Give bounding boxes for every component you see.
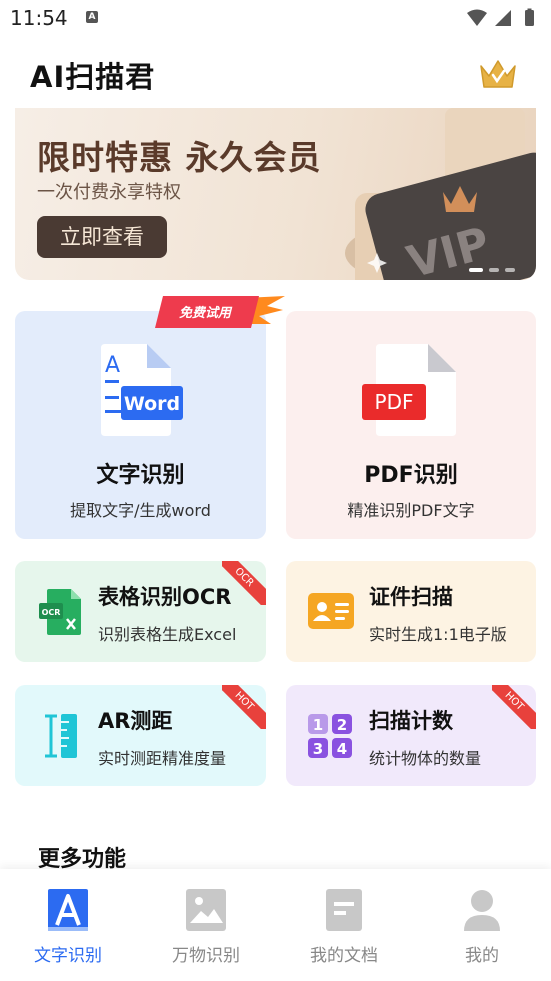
ocr-icon-label: OCR bbox=[42, 608, 61, 617]
vip-card-illustration: VIP bbox=[345, 108, 536, 280]
table-ocr-subtitle: 识别表格生成Excel bbox=[98, 625, 237, 644]
hot-ribbon: HOT bbox=[222, 685, 266, 729]
signal-icon bbox=[495, 10, 511, 26]
pdf-recognition-subtitle: 精准识别PDF文字 bbox=[347, 501, 475, 520]
digit-4: 4 bbox=[337, 740, 347, 758]
scan-count-subtitle: 统计物体的数量 bbox=[369, 749, 482, 768]
ar-measure-card[interactable]: AR测距 实时测距精准度量 HOT bbox=[15, 685, 266, 786]
digit-3: 3 bbox=[313, 740, 323, 758]
id-scan-card[interactable]: 证件扫描 实时生成1:1电子版 bbox=[286, 561, 536, 662]
nav-label: 万物识别 bbox=[172, 946, 240, 966]
text-recognition-title: 文字识别 bbox=[96, 463, 185, 488]
banner-title: 限时特惠 永久会员 bbox=[37, 138, 322, 177]
corner-ribbon: OCR bbox=[222, 561, 266, 605]
user-icon bbox=[464, 890, 500, 931]
word-label: Word bbox=[124, 393, 180, 415]
ribbon-text: OCR bbox=[222, 561, 266, 605]
banner-subtitle: 一次付费永享特权 bbox=[37, 182, 181, 203]
id-card-icon bbox=[308, 593, 354, 629]
hot-ribbon: HOT bbox=[492, 685, 536, 729]
document-icon bbox=[326, 889, 362, 931]
digit-1: 1 bbox=[313, 716, 323, 734]
text-recognition-card[interactable]: A Word 文字识别 提取文字/生成word bbox=[15, 311, 266, 539]
system-icons bbox=[467, 8, 534, 26]
carousel-dot-1 bbox=[469, 268, 483, 272]
nav-label: 文字识别 bbox=[34, 946, 102, 966]
nav-item-text-recognition[interactable]: 文字识别 bbox=[8, 869, 128, 981]
nav-label: 我的文档 bbox=[310, 946, 378, 966]
text-recognition-icon bbox=[48, 889, 88, 931]
pdf-recognition-title: PDF识别 bbox=[364, 463, 458, 488]
carousel-dot-2 bbox=[489, 268, 499, 272]
vip-crown-icon[interactable] bbox=[478, 56, 518, 92]
banner-view-button[interactable]: 立即查看 bbox=[37, 216, 167, 258]
app-title: AI扫描君 bbox=[30, 60, 156, 94]
free-trial-text: 免费试用 bbox=[179, 305, 233, 321]
ar-measure-subtitle: 实时测距精准度量 bbox=[98, 749, 227, 768]
pdf-label: PDF bbox=[375, 390, 414, 414]
ribbon-text: HOT bbox=[222, 685, 266, 729]
nav-item-my-documents[interactable]: 我的文档 bbox=[284, 869, 404, 981]
ruler-icon bbox=[45, 714, 77, 758]
bottom-nav: 文字识别 万物识别 我的文档 我的 bbox=[0, 869, 551, 981]
word-document-icon: A Word bbox=[101, 344, 183, 436]
counting-numbers-icon: 1 2 3 4 bbox=[308, 714, 352, 758]
scan-count-card[interactable]: 1 2 3 4 扫描计数 统计物体的数量 HOT bbox=[286, 685, 536, 786]
id-scan-title: 证件扫描 bbox=[369, 585, 453, 609]
wifi-icon bbox=[467, 9, 487, 26]
text-recognition-subtitle: 提取文字/生成word bbox=[70, 501, 211, 520]
table-ocr-card[interactable]: OCR 表格识别OCR 识别表格生成Excel OCR bbox=[15, 561, 266, 662]
promo-banner[interactable]: VIP 限时特惠 永久会员 一次付费永享特权 立即查看 bbox=[15, 108, 536, 280]
digit-2: 2 bbox=[337, 716, 347, 734]
id-scan-subtitle: 实时生成1:1电子版 bbox=[369, 625, 507, 644]
free-trial-badge: 免费试用 bbox=[155, 296, 285, 328]
excel-ocr-icon: OCR bbox=[39, 589, 81, 635]
ar-measure-title: AR测距 bbox=[98, 709, 173, 733]
pdf-document-icon: PDF bbox=[362, 344, 456, 436]
carousel-dot-3 bbox=[505, 268, 515, 272]
notification-icon: A bbox=[86, 11, 98, 23]
nav-item-object-recognition[interactable]: 万物识别 bbox=[146, 869, 266, 981]
image-icon bbox=[186, 889, 226, 931]
status-time: 11:54 bbox=[10, 6, 68, 30]
nav-item-profile[interactable]: 我的 bbox=[422, 869, 542, 981]
text-icon-letter: A bbox=[105, 353, 120, 378]
carousel-indicator bbox=[469, 268, 515, 272]
pdf-recognition-card[interactable]: PDF PDF识别 精准识别PDF文字 bbox=[286, 311, 536, 539]
ribbon-text: HOT bbox=[492, 685, 536, 729]
table-ocr-title: 表格识别OCR bbox=[98, 585, 232, 609]
battery-icon bbox=[525, 10, 534, 26]
status-bar: 11:54 A bbox=[0, 0, 551, 38]
scan-count-title: 扫描计数 bbox=[369, 709, 453, 733]
nav-label: 我的 bbox=[465, 946, 499, 966]
